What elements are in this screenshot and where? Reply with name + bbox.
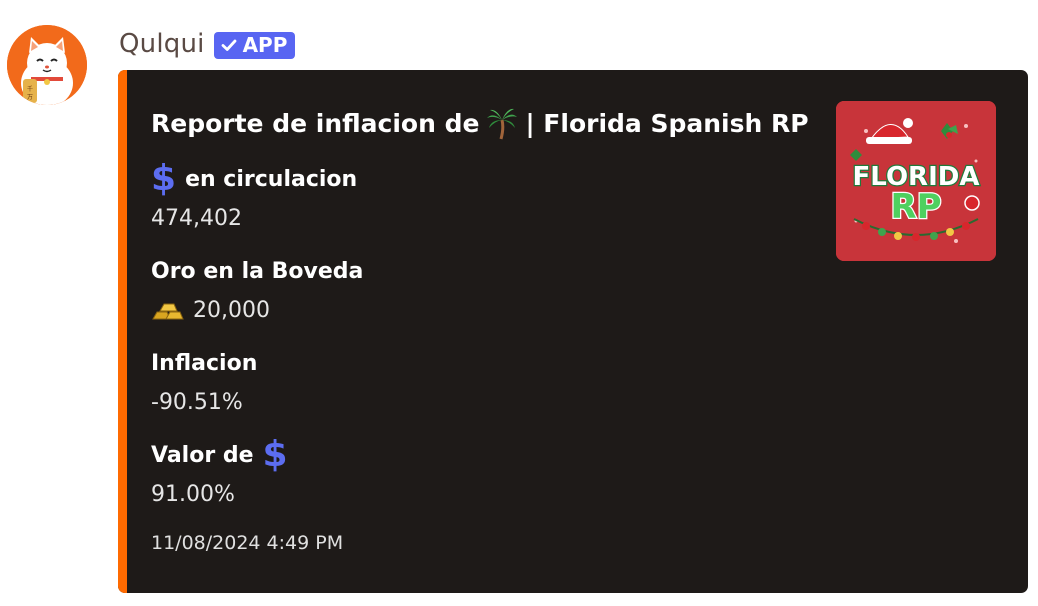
thumbnail-text-bottom: RP xyxy=(890,187,941,227)
app-badge: APP xyxy=(213,31,296,59)
palm-tree-icon xyxy=(487,108,518,140)
embed-title: Reporte de inflacion de | Florida Spanis… xyxy=(151,106,809,140)
message-header: Qulqui APP xyxy=(119,26,296,62)
embed-card: Reporte de inflacion de | Florida Spanis… xyxy=(118,70,1028,593)
field-value-gold: 20,000 xyxy=(151,298,270,323)
embed-accent-bar xyxy=(118,70,127,593)
embed-title-suffix: | Florida Spanish RP xyxy=(525,108,809,138)
field-name-value: Valor de $ xyxy=(151,437,288,473)
chat-message: 千 万 Qulqui APP Reporte de inflacion de |… xyxy=(0,0,1038,606)
field-value-value: 91.00% xyxy=(151,482,235,507)
field-value-text: 474,402 xyxy=(151,206,242,231)
field-value-text: -90.51% xyxy=(151,390,243,415)
svg-text:千: 千 xyxy=(27,85,33,93)
embed-timestamp: 11/08/2024 4:49 PM xyxy=(151,532,344,554)
field-name-inflation: Inflacion xyxy=(151,351,257,376)
dollar-icon: $ xyxy=(262,434,288,475)
dollar-icon: $ xyxy=(151,158,177,199)
field-value-circulation: 474,402 xyxy=(151,206,242,231)
field-name-text: Valor de xyxy=(151,442,254,468)
field-name-text: Oro en la Boveda xyxy=(151,259,364,284)
field-name-text: en circulacion xyxy=(185,166,358,192)
checkmark-icon xyxy=(221,39,236,51)
field-name-circulation: $ en circulacion xyxy=(151,161,357,197)
author-name[interactable]: Qulqui xyxy=(119,29,205,59)
embed-thumbnail[interactable]: FLORIDA RP xyxy=(836,101,996,261)
field-value-text: 91.00% xyxy=(151,482,235,507)
app-badge-label: APP xyxy=(242,33,288,57)
gold-bars-icon xyxy=(152,303,184,319)
field-value-text: 20,000 xyxy=(193,298,270,323)
field-name-gold: Oro en la Boveda xyxy=(151,259,363,284)
embed-title-prefix: Reporte de inflacion de xyxy=(151,108,480,138)
field-name-text: Inflacion xyxy=(151,351,258,376)
field-value-inflation: -90.51% xyxy=(151,390,243,415)
lucky-cat-icon[interactable]: 千 万 xyxy=(7,25,87,105)
svg-text:万: 万 xyxy=(27,94,33,101)
